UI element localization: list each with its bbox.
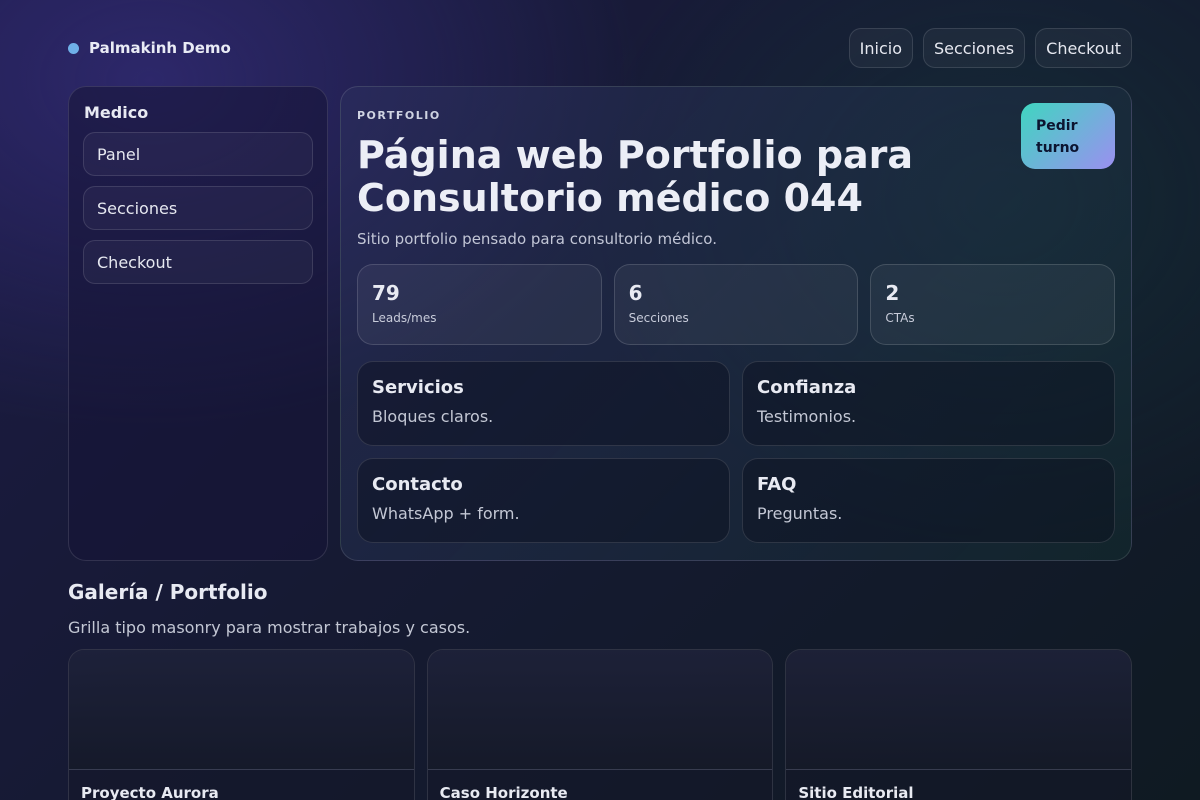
gallery-card-title: Caso Horizonte: [439, 784, 568, 800]
gallery-subtitle: Grilla tipo masonry para mostrar trabajo…: [68, 618, 471, 637]
feature-card-confianza: Confianza Testimonios.: [742, 361, 1115, 446]
stat-value: 2: [885, 281, 900, 305]
gallery-card[interactable]: Sitio Editorial: [785, 649, 1133, 800]
gallery-title: Galería / Portfolio: [68, 580, 268, 604]
feature-title: FAQ: [757, 474, 797, 495]
hero-subtitle: Sitio portfolio pensado para consultorio…: [357, 230, 717, 248]
sidebar-title: Medico: [84, 103, 149, 122]
feature-title: Servicios: [372, 377, 464, 398]
gallery-card-image: [427, 650, 773, 770]
gallery-card[interactable]: Caso Horizonte: [426, 649, 774, 800]
gallery-card[interactable]: Proyecto Aurora: [68, 649, 415, 800]
feature-card-contacto: Contacto WhatsApp + form.: [357, 458, 730, 543]
stat-card: 2 CTAs: [870, 264, 1116, 345]
gallery-grid: Proyecto Aurora Caso Horizonte Sitio Edi…: [68, 649, 1133, 800]
gallery-card-title: Proyecto Aurora: [81, 784, 219, 800]
stat-card: 79 Leads/mes: [357, 264, 602, 345]
gallery-card-title: Sitio Editorial: [798, 784, 914, 800]
nav-inicio-button[interactable]: Inicio: [848, 28, 913, 68]
brand-name: Palmakinh Demo: [89, 39, 231, 57]
feature-desc: Preguntas.: [757, 504, 843, 523]
feature-card-servicios: Servicios Bloques claros.: [357, 361, 730, 446]
sidebar-item-panel[interactable]: Panel: [83, 132, 313, 176]
feature-title: Confianza: [757, 377, 857, 398]
stat-value: 79: [372, 281, 400, 305]
sidebar-item-secciones[interactable]: Secciones: [83, 186, 313, 230]
nav-secciones-button[interactable]: Secciones: [922, 28, 1026, 68]
nav-checkout-button[interactable]: Checkout: [1035, 28, 1132, 68]
top-nav: Inicio Secciones Checkout: [848, 28, 1132, 68]
stat-label: Secciones: [628, 311, 689, 325]
sidebar-item-checkout[interactable]: Checkout: [83, 240, 313, 284]
sidebar: Medico Panel Secciones Checkout: [68, 86, 328, 561]
stats-row: 79 Leads/mes 6 Secciones 2 CTAs: [357, 264, 1116, 345]
stat-label: CTAs: [885, 311, 915, 325]
brand[interactable]: Palmakinh Demo: [68, 28, 231, 68]
stat-value: 6: [628, 281, 643, 305]
feature-desc: Bloques claros.: [372, 407, 494, 426]
page-title: Página web Portfolio para Consultorio mé…: [357, 133, 914, 220]
feature-card-faq: FAQ Preguntas.: [742, 458, 1115, 543]
stat-card: 6 Secciones: [613, 264, 859, 345]
brand-dot-icon: [68, 42, 79, 54]
gallery-card-image: [786, 650, 1132, 770]
top-bar: Palmakinh Demo Inicio Secciones Checkout: [68, 28, 1132, 68]
hero-panel: PORTFOLIO Página web Portfolio para Cons…: [340, 86, 1132, 561]
feature-desc: Testimonios.: [757, 407, 857, 426]
features-grid: Servicios Bloques claros. Confianza Test…: [357, 361, 1115, 543]
hero-eyebrow: PORTFOLIO: [357, 109, 441, 122]
stat-label: Leads/mes: [372, 311, 437, 325]
feature-title: Contacto: [372, 474, 463, 495]
gallery-card-image: [69, 650, 414, 770]
pedir-turno-button[interactable]: Pedir turno: [1021, 103, 1115, 169]
feature-desc: WhatsApp + form.: [372, 504, 520, 523]
